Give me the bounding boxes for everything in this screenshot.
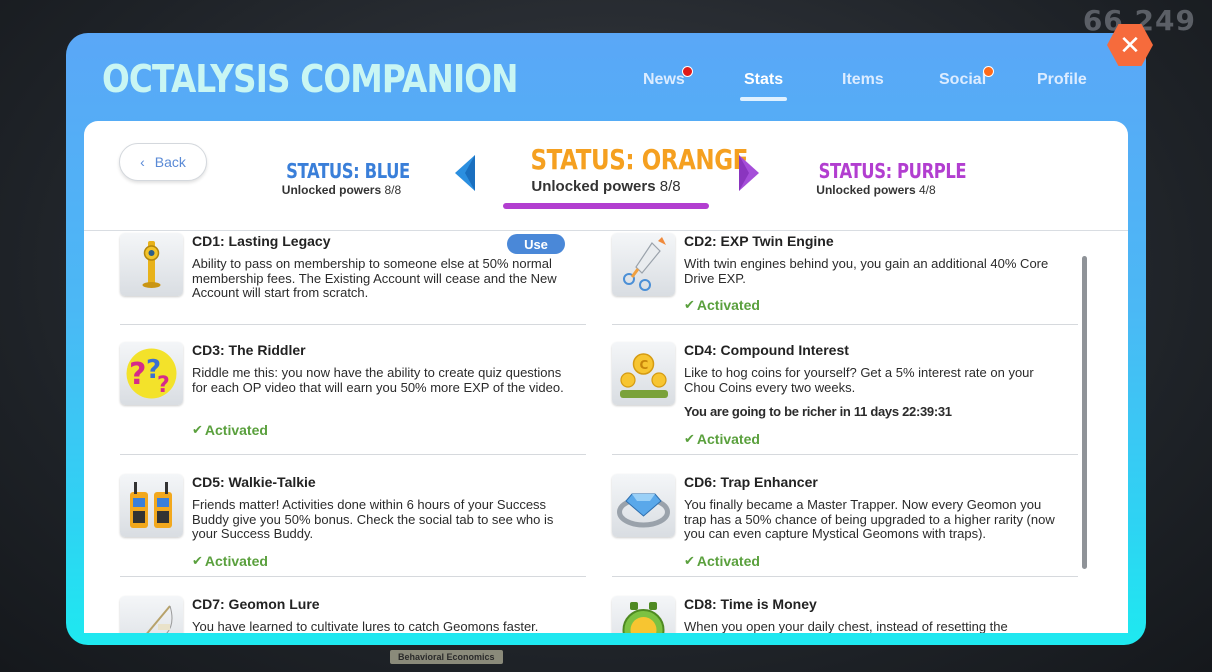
clock-coin-icon [612,596,675,633]
checkmark-icon: ✔ [192,553,203,568]
tab-news[interactable]: News [643,66,693,89]
power-description: Ability to pass on membership to someone… [192,256,557,300]
tab-news-label: News [643,71,685,88]
status-purple: STATUS: PURPLE Unlocked powers 4/8 [806,159,967,197]
checkmark-icon: ✔ [684,297,695,312]
svg-text:?: ? [157,373,170,398]
power-description: When you open your daily chest, instead … [684,619,1008,633]
walkie-talkie-icon [120,474,183,537]
back-label: Back [154,154,186,170]
trophy-icon [120,233,183,296]
active-tab-underline [740,97,788,101]
power-title: CD3: The Riddler [192,342,306,358]
row-separator [120,324,586,325]
power-title: CD7: Geomon Lure [192,596,320,612]
tab-social-label: Social [939,71,987,88]
tab-items[interactable]: Items [842,71,884,89]
power-title: CD1: Lasting Legacy [192,233,331,249]
activated-status: ✔ Activated [684,431,760,447]
modal-title: OCTALYSIS COMPANION [102,57,519,101]
status-blue: STATUS: BLUE Unlocked powers 8/8 [274,159,410,197]
tab-stats[interactable]: Stats [740,71,788,101]
interest-countdown: You are going to be richer in 11 days 22… [684,404,952,419]
current-status-underline [503,203,709,209]
scrollbar[interactable] [1082,256,1087,569]
coin-flowers-icon: C [612,342,675,405]
status-blue-unlocked: Unlocked powers 8/8 [281,183,402,197]
activated-status: ✔ Activated [684,297,760,313]
svg-text:?: ? [129,357,146,392]
status-blue-name: STATUS: BLUE [286,159,410,183]
power-title: CD8: Time is Money [684,596,817,612]
rocket-icon [612,233,675,296]
status-purple-unlocked: Unlocked powers 4/8 [816,183,936,197]
power-title: CD5: Walkie-Talkie [192,474,316,490]
power-description: Friends matter! Activities done within 6… [192,497,554,541]
social-notification-dot [983,66,995,77]
tab-items-label: Items [842,71,884,88]
power-description: Riddle me this: you now have the ability… [192,365,564,395]
news-notification-dot [681,66,693,77]
arrow-right-icon[interactable] [737,155,761,191]
diamond-trap-icon [612,474,675,537]
close-icon: ✕ [1119,29,1141,60]
power-description: You have learned to cultivate lures to c… [192,619,539,633]
back-button[interactable]: ‹ Back [119,143,207,181]
row-separator [612,324,1078,325]
power-description: With twin engines behind you, you gain a… [684,256,1049,286]
tab-profile[interactable]: Profile [1037,71,1087,89]
tab-profile-label: Profile [1037,71,1087,88]
power-title: CD2: EXP Twin Engine [684,233,834,249]
powers-list: CD1: Lasting Legacy Use Ability to pass … [84,231,1128,633]
row-separator [120,576,586,577]
use-button[interactable]: Use [507,234,565,254]
status-orange: STATUS: ORANGE Unlocked powers 8/8 [503,143,749,209]
stats-panel: ‹ Back STATUS: BLUE Unlocked powers 8/8 … [84,121,1128,633]
power-title: CD4: Compound Interest [684,342,849,358]
tab-bar: News Stats Items Social Profile [626,66,1106,111]
row-separator [612,576,1078,577]
status-purple-name: STATUS: PURPLE [818,159,967,183]
row-separator [120,454,586,455]
background-tag: Behavioral Economics [390,650,503,664]
power-description: You finally became a Master Trapper. Now… [684,497,1055,541]
row-separator [612,454,1078,455]
activated-status: ✔ Activated [192,553,268,569]
power-description: Like to hog coins for yourself? Get a 5%… [684,365,1034,395]
power-title: CD6: Trap Enhancer [684,474,818,490]
question-marks-icon: ? ? ? [120,342,183,405]
fishing-lure-icon [120,596,183,633]
arrow-left-icon[interactable] [453,155,477,191]
checkmark-icon: ✔ [684,553,695,568]
tab-stats-label: Stats [744,71,784,88]
status-orange-name: STATUS: ORANGE [530,143,749,176]
companion-modal: OCTALYSIS COMPANION News Stats Items Soc… [66,24,1153,645]
activated-status: ✔ Activated [684,553,760,569]
checkmark-icon: ✔ [192,422,203,437]
chevron-left-icon: ‹ [140,154,145,170]
checkmark-icon: ✔ [684,431,695,446]
svg-text:C: C [640,358,649,372]
status-orange-unlocked: Unlocked powers 8/8 [531,178,681,195]
activated-status: ✔ Activated [192,422,268,438]
tab-social[interactable]: Social [939,66,995,89]
